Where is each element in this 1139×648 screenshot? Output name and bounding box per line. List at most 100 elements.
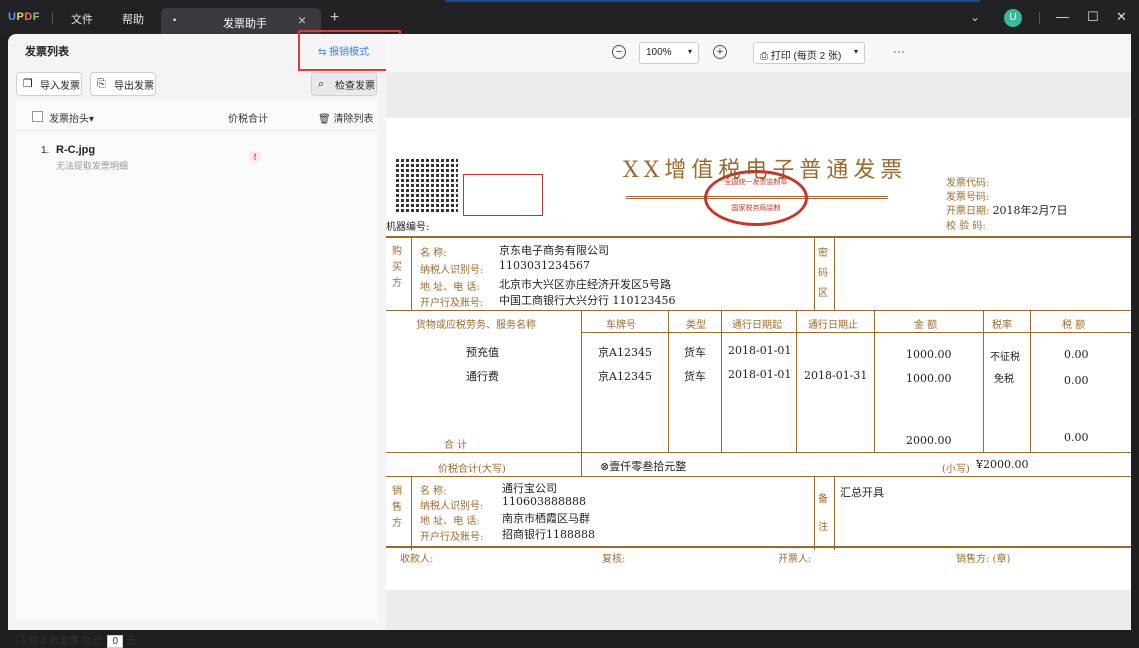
remark-text: 汇总开具 [840, 486, 884, 499]
buyer-bank-label: 开户行及账号: [420, 298, 484, 309]
divider [581, 332, 1131, 333]
seller-seal-label: 销售方: (章) [956, 554, 1011, 565]
buyer-name: 京东电子商务有限公司 [499, 244, 609, 257]
select-all-checkbox[interactable] [32, 111, 43, 122]
viewer-toolbar: − 100% ▾ + ⎙ 打印 (每页 2 张) ▾ ··· [386, 34, 1131, 72]
divider [668, 310, 669, 452]
invoice-number-label: 发票号码: [946, 192, 990, 203]
zoom-select[interactable]: 100% ▾ [639, 42, 699, 64]
row2-amount: 1000.00 [906, 372, 952, 385]
row1-plate: 京A12345 [598, 346, 652, 359]
row2-tax-rate: 免税 [994, 374, 1014, 385]
seller-tax-id: 110603888888 [502, 495, 586, 508]
col-tax: 税 额 [1062, 320, 1086, 331]
tab-invoice-assistant[interactable]: • 发票助手 × [161, 8, 321, 34]
row1-date-start: 2018-01-01 [728, 344, 792, 357]
divider [386, 310, 1131, 311]
divider [814, 238, 815, 310]
list-item-index: 1. [41, 145, 50, 156]
total-words: ⊗壹仟零叁拾元整 [600, 460, 687, 473]
warning-icon: ! [249, 151, 261, 163]
col-plate: 车牌号 [606, 320, 636, 331]
zoom-in-icon[interactable]: + [713, 45, 727, 59]
buyer-tax-id: 1103031234567 [499, 259, 590, 272]
divider [52, 12, 53, 24]
seller-address-label: 地 址、电 话: [420, 516, 480, 527]
tab-dot-icon: • [173, 15, 177, 25]
export-icon: ⎘ [97, 78, 106, 90]
invoice-list: 发票抬头▾ 价税合计 🗑 清除列表 1. R-C.jpg 无法提取发票明细 ! [16, 101, 378, 621]
official-seal: 全国统一发票监制章 国家税务局监制 [704, 170, 808, 226]
scan-search-icon: ⌕ [318, 78, 325, 90]
caret-down-icon: ▾ [687, 47, 692, 56]
zoom-out-icon[interactable]: − [612, 45, 626, 59]
seller-bank: 招商银行1188888 [502, 528, 595, 541]
row1-tax: 0.00 [1064, 348, 1089, 361]
printer-icon: ⎙ [760, 51, 771, 62]
loading-bar [445, 0, 980, 2]
import-invoice-button[interactable]: ❐ 导入发票 [16, 72, 82, 96]
tab-title: 发票助手 [223, 18, 267, 30]
col-type: 类型 [686, 320, 706, 331]
list-footer: ❐ 共 0 张发票 合计: 0 元 [16, 635, 136, 648]
buyer-address-label: 地 址、电 话: [420, 282, 480, 293]
total-small-label: (小写) [942, 464, 970, 475]
divider [834, 238, 835, 310]
more-icon[interactable]: ··· [893, 44, 905, 58]
divider [874, 310, 875, 452]
sum-label: 合 计 [444, 440, 468, 451]
check-invoice-button[interactable]: ⌕ 检查发票 [311, 72, 377, 96]
export-invoice-button[interactable]: ⎘ 导出发票 [90, 72, 156, 96]
menu-help[interactable]: 帮助 [122, 11, 144, 27]
divider [1030, 310, 1031, 452]
avatar[interactable]: U [1004, 9, 1022, 27]
invoice-date: 开票日期: 2018年2月7日 [946, 204, 1068, 217]
divider [581, 310, 582, 476]
issuer-label: 开票人: [778, 554, 812, 565]
row2-name: 通行费 [466, 370, 499, 383]
invoice-table: 购买方 名 称: 京东电子商务有限公司 纳税人识别号: 110303123456… [386, 236, 1131, 550]
chevron-down-icon[interactable]: ⌄ [970, 10, 980, 24]
divider [386, 452, 1131, 453]
maximize-icon[interactable]: ☐ [1087, 9, 1099, 25]
divider [411, 476, 412, 550]
sum-amount: 2000.00 [906, 434, 952, 447]
row2-date-start: 2018-01-01 [728, 368, 792, 381]
import-icon: ❐ [23, 78, 33, 90]
seller-name: 通行宝公司 [502, 482, 557, 495]
invoice-viewer: − 100% ▾ + ⎙ 打印 (每页 2 张) ▾ ··· XX增值税电子普通发票… [386, 34, 1131, 630]
row2-plate: 京A12345 [598, 370, 652, 383]
clear-list-button[interactable]: 🗑 清除列表 [318, 110, 373, 125]
row2-date-end: 2018-01-31 [804, 369, 868, 382]
check-code-label: 校 验 码: [946, 221, 986, 232]
new-tab-icon[interactable]: + [330, 9, 339, 27]
cipher-area-label: 密码区 [818, 248, 828, 299]
remark-label: 备注 [818, 494, 828, 533]
menu-file[interactable]: 文件 [71, 11, 93, 27]
payee-label: 收款人: [400, 554, 434, 565]
row2-tax: 0.00 [1064, 374, 1089, 387]
sum-tax: 0.00 [1064, 431, 1089, 444]
total-column-header: 价税合计 [228, 114, 268, 125]
tab-close-icon[interactable]: × [298, 12, 306, 28]
print-button[interactable]: ⎙ 打印 (每页 2 张) ▾ [753, 42, 865, 64]
stamp-box [463, 174, 543, 216]
invoice-list-panel: 发票列表 ⇆ 报销模式 ❐ 导入发票 ⎘ 导出发票 ⌕ 检查发票 发票抬头▾ 价税合计… [8, 34, 386, 648]
buyer-sort-dropdown[interactable]: 发票抬头▾ [49, 110, 94, 125]
buyer-tax-label: 纳税人识别号: [420, 265, 484, 276]
col-goods: 货物或应税劳务、服务名称 [416, 320, 536, 331]
caret-down-icon[interactable]: ▾ [854, 47, 858, 56]
col-date-start: 通行日期起 [732, 320, 782, 331]
row1-name: 预充值 [466, 346, 499, 359]
buyer-address: 北京市大兴区亦庄经济开发区5号路 [499, 278, 671, 291]
divider [721, 310, 722, 452]
divider [814, 476, 815, 550]
close-icon[interactable]: ✕ [1116, 9, 1127, 25]
row2-type: 货车 [684, 370, 706, 383]
app-logo[interactable]: UPDF [8, 11, 40, 23]
divider [386, 476, 1131, 477]
seller-address: 南京市栖霞区马群 [502, 512, 590, 525]
buyer-side-label: 购买方 [392, 246, 402, 289]
minimize-icon[interactable]: — [1056, 9, 1069, 24]
seller-bank-label: 开户行及账号: [420, 532, 484, 543]
